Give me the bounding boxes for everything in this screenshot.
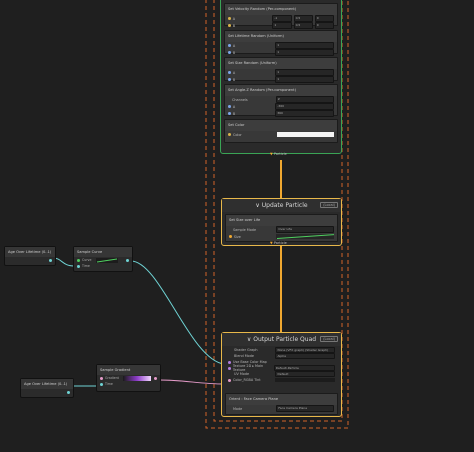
port-icon <box>228 71 231 74</box>
age-over-lifetime-node[interactable]: Age Over Lifetime (0..1) <box>4 246 56 266</box>
size-block-title: Set Size Random (Uniform) <box>228 61 277 65</box>
lifetime-a-field[interactable]: 1 <box>275 42 335 49</box>
orient-block[interactable]: Orient : Face Camera Plane Mode Face Came… <box>225 393 338 415</box>
node-title: Sample Gradient <box>100 368 131 372</box>
node-title: Age Over Lifetime (0..1) <box>24 382 68 386</box>
sample-curve-node[interactable]: Sample Curve Curve Time <box>73 246 133 272</box>
update-context-title: Update Particle <box>261 202 308 209</box>
output-port-icon[interactable] <box>67 390 70 394</box>
color-block[interactable]: Set Color Color <box>224 119 338 143</box>
flow-output-icon: ▼ <box>270 241 273 245</box>
size-over-life-title: Set Size over Life <box>229 218 261 222</box>
orient-mode-dropdown[interactable]: Face Camera Plane <box>276 405 334 412</box>
color-swatch[interactable] <box>276 132 334 137</box>
port-icon <box>228 360 231 364</box>
velocity-b-z[interactable]: 0 <box>314 22 334 29</box>
color-block-title: Set Color <box>228 123 245 127</box>
size-over-life-block[interactable]: Set Size over Life Sample Mode Over Life … <box>225 214 338 242</box>
velocity-row-b: B 1 0.5 0 <box>225 22 337 29</box>
port-icon <box>228 17 231 20</box>
flow-input-icon: ∨ <box>246 336 252 343</box>
lifetime-block[interactable]: Set Lifetime Random (Uniform) A1 B1 <box>224 30 338 56</box>
output-settings: Shader Graph None (VFX graph) (Shader Gra… <box>225 346 338 383</box>
node-title: Age Over Lifetime (0..1) <box>8 250 52 254</box>
tint-field[interactable] <box>275 378 335 382</box>
orient-block-title: Orient : Face Camera Plane <box>229 397 279 401</box>
curve-port-icon[interactable] <box>77 258 80 262</box>
uv-mode-dropdown[interactable]: Default <box>275 370 335 378</box>
sample-gradient-node[interactable]: Sample Gradient Gradient Time <box>96 364 161 392</box>
lifetime-block-title: Set Lifetime Random (Uniform) <box>228 34 284 38</box>
size-a-field[interactable]: 1 <box>275 69 335 76</box>
size-block[interactable]: Set Size Random (Uniform) A1 B1 <box>224 57 338 83</box>
lifetime-b-field[interactable]: 1 <box>275 49 335 56</box>
velocity-b-y[interactable]: 0.5 <box>293 22 313 29</box>
channels-dropdown[interactable]: Z <box>275 96 334 103</box>
output-port-icon[interactable] <box>49 258 52 262</box>
velocity-a-y[interactable]: 0.5 <box>293 15 313 22</box>
space-tag[interactable]: (Local) <box>320 336 338 342</box>
velocity-a-x[interactable]: -1 <box>272 15 292 22</box>
vfx-graph-canvas[interactable]: Set Velocity Random (Per-component) A -1… <box>0 0 474 452</box>
velocity-a-z[interactable]: 0 <box>314 15 334 22</box>
space-tag[interactable]: (Local) <box>320 202 338 208</box>
port-icon <box>228 133 231 136</box>
port-icon <box>228 24 231 27</box>
age-over-lifetime-node-2[interactable]: Age Over Lifetime (0..1) <box>20 378 74 398</box>
velocity-row-a: A -1 0.5 0 <box>225 15 337 22</box>
port-icon <box>228 51 231 54</box>
wire-curve-to-size <box>130 260 225 365</box>
output-port-icon[interactable] <box>154 376 157 380</box>
port-icon <box>228 378 231 382</box>
port-icon <box>228 112 231 115</box>
gradient-preview[interactable] <box>123 375 151 381</box>
output-particle-quad-context[interactable]: ∨ Output Particle Quad (Local) Shader Gr… <box>221 332 342 417</box>
port-icon <box>228 44 231 47</box>
output-context-header[interactable]: ∨ Output Particle Quad (Local) <box>222 333 341 346</box>
time-port-icon[interactable] <box>100 382 103 386</box>
wire-age-to-curve <box>52 257 75 267</box>
flow-output-icon: ▼ <box>270 152 273 156</box>
update-particle-context[interactable]: ∨ Update Particle (Local) Set Size over … <box>221 198 342 246</box>
sample-mode-dropdown[interactable]: Over Life <box>276 226 334 233</box>
update-context-header[interactable]: ∨ Update Particle (Local) <box>222 199 341 212</box>
spawn-context[interactable]: Set Velocity Random (Per-component) A -1… <box>220 0 342 154</box>
size-b-field[interactable]: 1 <box>275 76 335 83</box>
angle-a-field[interactable]: -360 <box>275 103 335 110</box>
output-context-title: Output Particle Quad <box>253 336 317 343</box>
velocity-block[interactable]: Set Velocity Random (Per-component) A -1… <box>224 3 338 29</box>
velocity-b-x[interactable]: 1 <box>272 22 292 29</box>
port-icon <box>228 105 231 108</box>
gradient-port-icon[interactable] <box>100 376 103 380</box>
blend-mode-dropdown[interactable]: Alpha <box>275 352 335 360</box>
spawn-flow-out[interactable]: ▼ Particle <box>270 152 287 156</box>
time-port-icon[interactable] <box>77 264 80 268</box>
port-icon <box>228 366 231 370</box>
angle-block-title: Set Angle.Z Random (Per-component) <box>228 88 296 92</box>
angle-block[interactable]: Set Angle.Z Random (Per-component) Chann… <box>224 84 338 117</box>
flow-input-icon: ∨ <box>255 202 260 209</box>
angle-b-field[interactable]: 360 <box>275 110 335 117</box>
port-icon <box>228 78 231 81</box>
node-title: Sample Curve <box>77 250 103 254</box>
curve-preview[interactable] <box>96 257 118 263</box>
update-flow-out[interactable]: ▼ Particle <box>270 241 287 245</box>
velocity-block-title: Set Velocity Random (Per-component) <box>228 7 297 11</box>
output-port-icon[interactable] <box>126 258 129 262</box>
port-icon <box>229 235 232 238</box>
size-curve-field[interactable] <box>276 234 334 239</box>
